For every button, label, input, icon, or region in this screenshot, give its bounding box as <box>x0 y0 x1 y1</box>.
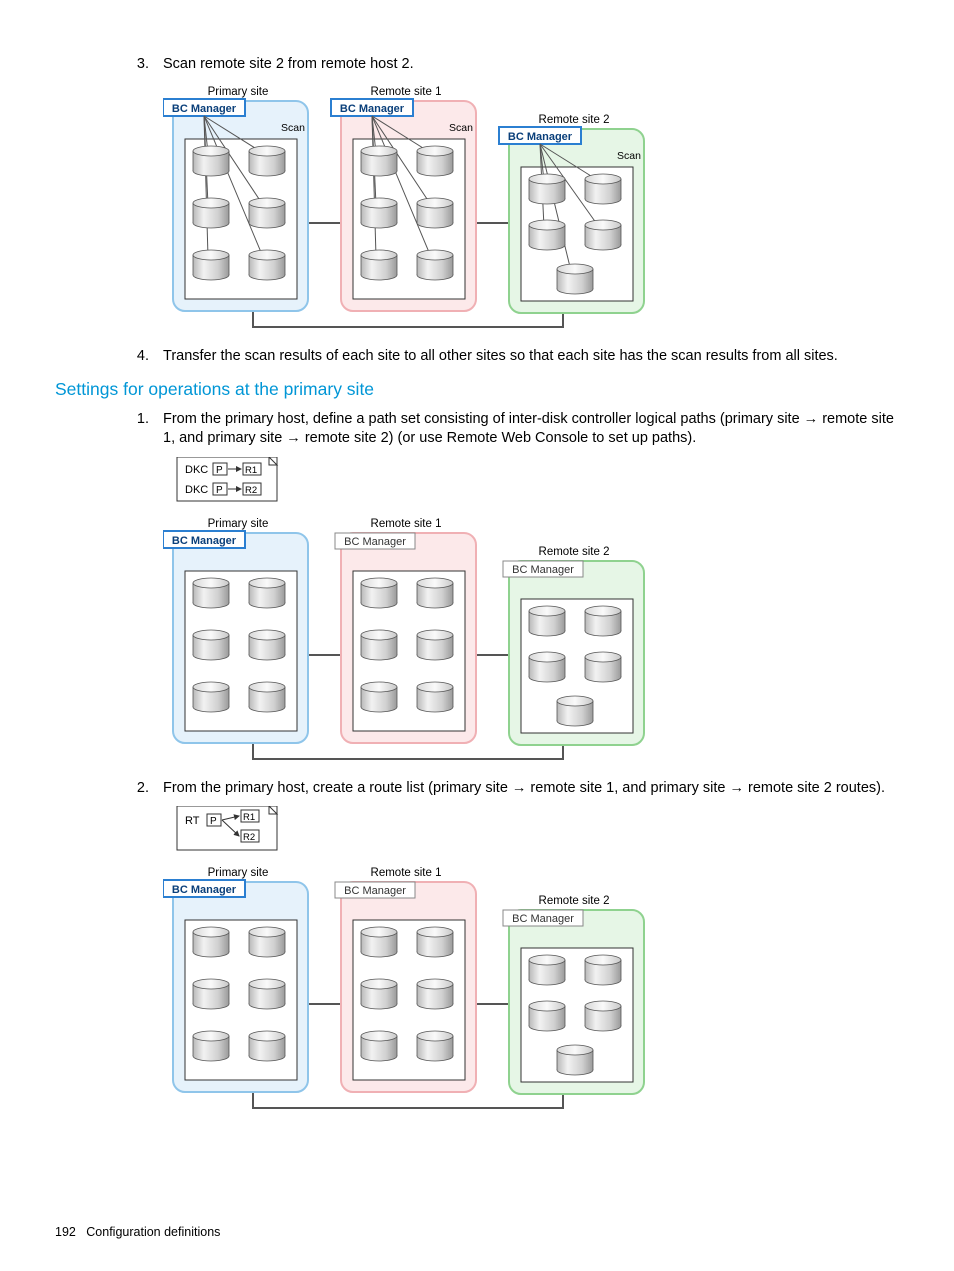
diagram-scan-sites: Primary site BC Manager Scan Remote site… <box>163 83 904 333</box>
svg-text:R1: R1 <box>245 465 257 476</box>
bcm-label: BC Manager <box>340 103 405 115</box>
svg-text:P: P <box>210 816 217 827</box>
svg-text:P: P <box>216 485 223 496</box>
list-number: 3. <box>125 55 163 75</box>
site-label-r1: Remote site 1 <box>371 86 442 98</box>
svg-text:Remote site 1: Remote site 1 <box>371 518 442 530</box>
bcm-label: BC Manager <box>508 131 573 143</box>
svg-text:Remote site 2: Remote site 2 <box>539 895 610 907</box>
svg-text:R2: R2 <box>245 485 257 496</box>
svg-text:BC Manager: BC Manager <box>344 536 406 548</box>
list-text: Transfer the scan results of each site t… <box>163 347 904 367</box>
svg-text:BC Manager: BC Manager <box>172 535 237 547</box>
list-number: 2. <box>125 779 163 799</box>
svg-text:DKC: DKC <box>185 484 208 496</box>
svg-text:BC Manager: BC Manager <box>512 913 574 925</box>
svg-text:Remote site 2: Remote site 2 <box>539 546 610 558</box>
scan-label: Scan <box>617 150 641 162</box>
site-label-primary: Primary site <box>208 86 269 98</box>
list-number: 4. <box>125 347 163 367</box>
section-heading: Settings for operations at the primary s… <box>55 378 904 402</box>
diagram-dkc-pathset: DKC P R1 DKC P R2 Primary site BC Manage… <box>163 457 904 765</box>
svg-text:RT: RT <box>185 815 200 827</box>
list-item-3: 3. Scan remote site 2 from remote host 2… <box>55 55 904 75</box>
svg-text:Primary site: Primary site <box>208 518 269 530</box>
list-item-p1: 1. From the primary host, define a path … <box>55 410 904 449</box>
scan-label: Scan <box>449 122 473 134</box>
scan-label: Scan <box>281 122 305 134</box>
list-text: From the primary host, define a path set… <box>163 410 904 449</box>
svg-text:Primary site: Primary site <box>208 867 269 879</box>
list-text: From the primary host, create a route li… <box>163 779 904 799</box>
list-number: 1. <box>125 410 163 449</box>
svg-text:R2: R2 <box>243 832 255 843</box>
diagram-rt-routelist: RT P R1 R2 Primary site BC Manager Remot… <box>163 806 904 1114</box>
page-footer: 192 Configuration definitions <box>55 1224 220 1241</box>
bcm-label: BC Manager <box>172 103 237 115</box>
svg-text:DKC: DKC <box>185 464 208 476</box>
list-item-4: 4. Transfer the scan results of each sit… <box>55 347 904 367</box>
svg-text:BC Manager: BC Manager <box>344 885 406 897</box>
svg-text:BC Manager: BC Manager <box>172 884 237 896</box>
footer-section: Configuration definitions <box>86 1225 220 1239</box>
svg-text:R1: R1 <box>243 812 255 823</box>
list-item-p2: 2. From the primary host, create a route… <box>55 779 904 799</box>
page-number: 192 <box>55 1225 76 1239</box>
svg-text:Remote site 1: Remote site 1 <box>371 867 442 879</box>
svg-text:BC Manager: BC Manager <box>512 564 574 576</box>
list-text: Scan remote site 2 from remote host 2. <box>163 55 904 75</box>
svg-text:P: P <box>216 465 223 476</box>
site-label-r2: Remote site 2 <box>539 114 610 126</box>
